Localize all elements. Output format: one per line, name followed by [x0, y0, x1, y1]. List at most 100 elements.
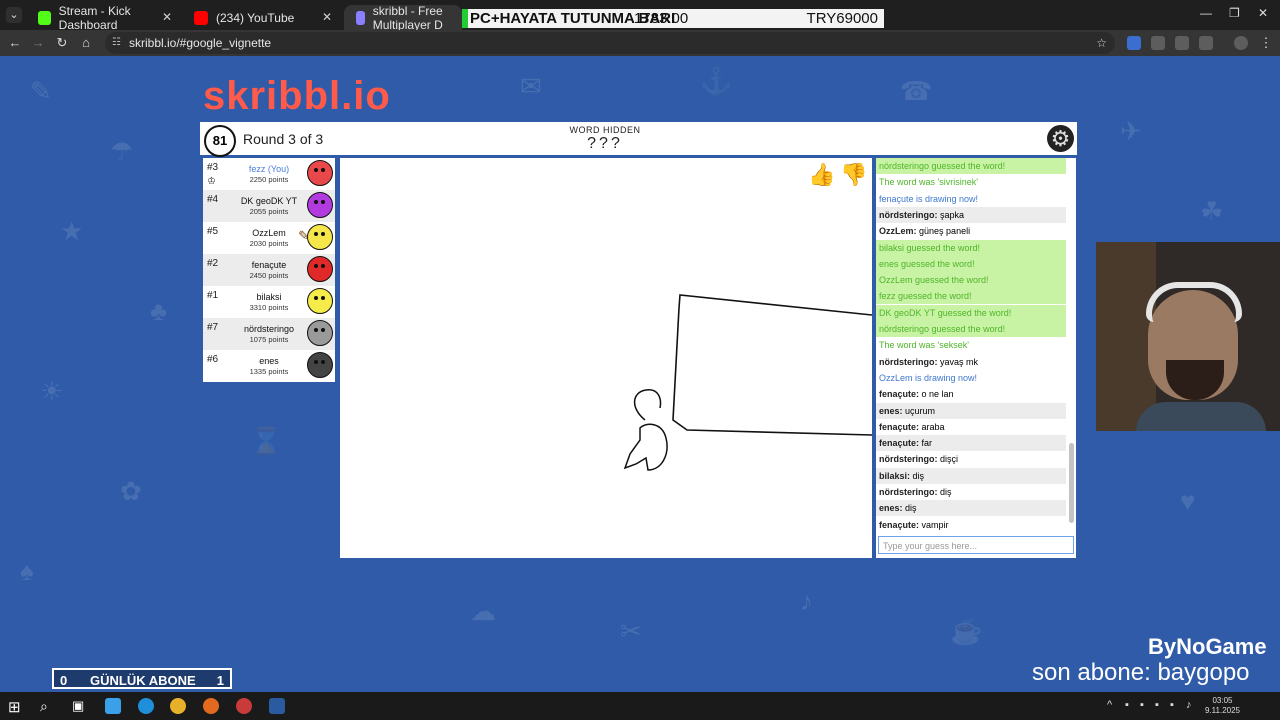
profile-icon[interactable]	[1234, 36, 1248, 50]
player-row[interactable]: #4 DK geoDK YT 2055 points	[203, 190, 335, 222]
player-row[interactable]: #7 nördsteringo 1075 points	[203, 318, 335, 350]
player-row[interactable]: #2 fenaçute 2450 points	[203, 254, 335, 286]
player-name: DK geoDK YT	[240, 196, 298, 206]
menu-dots-icon[interactable]: ⋮	[1258, 35, 1274, 51]
player-avatar	[307, 224, 333, 250]
puzzle-icon[interactable]	[1199, 36, 1213, 50]
shield-icon[interactable]	[1151, 36, 1165, 50]
tab-kick[interactable]: Stream - Kick Dashboard ✕	[26, 4, 180, 32]
player-avatar	[307, 192, 333, 218]
minimize-icon[interactable]: —	[1200, 6, 1212, 20]
last-subscriber: son abone: baygopo	[1032, 659, 1250, 686]
player-row[interactable]: #6 enes 1335 points	[203, 350, 335, 382]
drawing-strokes	[623, 294, 872, 471]
edge-icon[interactable]	[138, 698, 154, 714]
close-icon[interactable]: ✕	[162, 10, 172, 24]
steam-icon[interactable]	[269, 698, 285, 714]
player-avatar	[307, 320, 333, 346]
url-text: skribbl.io/#google_vignette	[129, 36, 272, 50]
tray-app-icon[interactable]: ▪	[1125, 699, 1129, 711]
chat-username: fenaçute:	[879, 519, 920, 530]
tab-skribbl[interactable]: skribbl - Free Multiplayer D	[344, 5, 462, 30]
player-points: 1075 points	[249, 335, 289, 344]
tab-title: (234) YouTube	[216, 10, 295, 25]
tab-youtube[interactable]: (234) YouTube ✕	[182, 5, 340, 30]
player-rank: #5	[207, 226, 219, 237]
player-name: enes	[259, 356, 279, 366]
donation-ticker: PC+HAYATA TUTUNMA BARI 1783.00 TRY69000	[462, 9, 884, 28]
taskbar-clock[interactable]: 03:05 9.11.2025	[1205, 696, 1240, 716]
site-info-icon[interactable]: ☷	[112, 32, 121, 54]
chat-message: OzzLem guessed the word!	[876, 272, 1066, 289]
chat-text: yavaş mk	[940, 356, 979, 367]
tab-search-button[interactable]: ⌄	[6, 7, 22, 23]
sub-counter-label: GÜNLÜK ABONE	[90, 673, 196, 688]
avatar-eye	[314, 168, 318, 172]
close-window-icon[interactable]: ✕	[1258, 6, 1268, 20]
chat-message: bilaksi: diş	[876, 467, 1066, 484]
extension-icon[interactable]	[1175, 36, 1189, 50]
windows-start-icon[interactable]: ⊞	[8, 698, 24, 716]
restore-icon[interactable]: ❐	[1229, 6, 1240, 20]
bookmark-star-icon[interactable]: ☆	[1096, 32, 1107, 54]
player-name: bilaksi	[256, 292, 282, 302]
chat-text: o ne lan	[921, 389, 954, 400]
player-row[interactable]: #5 OzzLem 2030 points ✎	[203, 222, 335, 254]
avatar-eye	[321, 264, 325, 268]
daily-sub-counter: 0 GÜNLÜK ABONE 1	[52, 668, 232, 689]
address-bar-row: ← → ↻ ⌂ ☷ skribbl.io/#google_vignette ☆ …	[0, 30, 1280, 56]
ticker-amount: 1783.00	[634, 10, 689, 27]
settings-gear-icon[interactable]: ⚙	[1047, 125, 1074, 152]
back-icon[interactable]: ←	[7, 35, 23, 51]
chat-username: enes:	[879, 503, 903, 514]
chat-message: fenaçute: far	[876, 435, 1066, 452]
chat-scrollbar[interactable]	[1069, 443, 1074, 523]
tray-chevron-icon[interactable]: ^	[1107, 699, 1112, 711]
avatar-eye	[321, 168, 325, 172]
obs-icon[interactable]	[236, 698, 252, 714]
drawing-canvas[interactable]: 👍 👎	[340, 158, 872, 558]
firefox-icon[interactable]	[203, 698, 219, 714]
chat-message: OzzLem: güneş paneli	[876, 223, 1066, 239]
player-row[interactable]: #1 bilaksi 3310 points	[203, 286, 335, 318]
chat-message: DK geoDK YT guessed the word!	[876, 304, 1066, 321]
chrome-icon[interactable]	[170, 698, 186, 714]
tray-app-icon[interactable]: ▪	[1155, 699, 1159, 711]
microphone-icon[interactable]: ▪	[1140, 699, 1144, 711]
chat-message: nördsteringo: şapka	[876, 206, 1066, 223]
chat-username: fenaçute:	[879, 438, 920, 449]
reload-icon[interactable]: ↻	[54, 35, 70, 51]
sub-count-left: 0	[60, 673, 68, 688]
player-list: #3 fezz (You) 2250 points ♔ #4 DK geoDK YT 205…	[203, 158, 335, 382]
copilot-icon[interactable]	[105, 698, 121, 714]
volume-icon[interactable]: ♪	[1186, 699, 1192, 711]
chat-text: şapka	[940, 209, 965, 220]
chat-panel: fenaçute: vampir enes: diş nördsteringo: d…	[876, 158, 1076, 558]
chat-text: uçurum	[905, 405, 936, 416]
guess-input[interactable]: Type your guess here...	[878, 536, 1074, 554]
chat-text: diş	[905, 503, 917, 514]
player-rank: #1	[207, 290, 219, 301]
player-row[interactable]: #3 fezz (You) 2250 points ♔	[203, 158, 335, 190]
player-points: 2055 points	[249, 207, 289, 216]
search-icon[interactable]: ⌕	[40, 698, 56, 714]
url-field[interactable]: ☷ skribbl.io/#google_vignette ☆	[105, 32, 1115, 54]
chat-message: OzzLem is drawing now!	[879, 372, 978, 383]
task-view-icon[interactable]: ▣	[72, 698, 88, 714]
forward-icon[interactable]: →	[30, 35, 46, 51]
player-rank: #3	[207, 162, 219, 173]
chat-message: bilaksi guessed the word!	[876, 239, 1066, 256]
taskbar: ⊞ ⌕ ▣ ^ ▪ ▪ ▪ ▪ ♪ 03:05 9.11.2025	[0, 692, 1280, 720]
chat-username: fenaçute:	[879, 389, 920, 400]
home-icon[interactable]: ⌂	[78, 35, 94, 51]
close-icon[interactable]: ✕	[322, 10, 332, 24]
sub-count-right: 1	[216, 673, 224, 688]
chat-username: nördsteringo:	[879, 209, 938, 220]
tab-title: skribbl - Free Multiplayer D	[372, 5, 443, 30]
ticker-goal: TRY69000	[806, 10, 878, 27]
player-avatar	[307, 160, 333, 186]
network-icon[interactable]: ▪	[1170, 699, 1174, 711]
player-avatar	[307, 352, 333, 378]
extension-icon[interactable]	[1127, 36, 1141, 50]
chat-message: The word was 'seksek'	[879, 340, 969, 351]
